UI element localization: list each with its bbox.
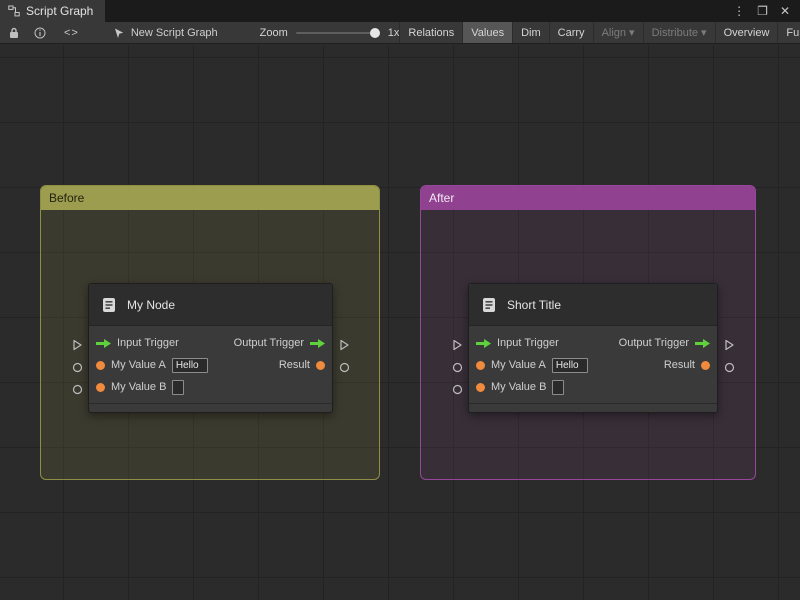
relations-button[interactable]: Relations <box>399 22 462 43</box>
external-value-output-port[interactable] <box>724 362 735 373</box>
input-trigger-label: Input Trigger <box>117 337 179 349</box>
tab-title: Script Graph <box>26 4 94 18</box>
maximize-icon[interactable]: ❐ <box>753 4 772 18</box>
zoom-slider[interactable] <box>295 27 380 38</box>
external-value-input-port[interactable] <box>72 384 83 395</box>
result-label: Result <box>663 359 695 371</box>
external-value-input-port[interactable] <box>452 362 463 373</box>
group-after-title: After <box>429 191 455 205</box>
external-flow-output-port[interactable] <box>338 339 350 351</box>
output-trigger-label: Output Trigger <box>233 337 304 349</box>
value-b-label: My Value B <box>491 381 547 393</box>
value-port-icon[interactable] <box>701 360 710 370</box>
value-port-icon[interactable] <box>96 382 105 392</box>
graph-name[interactable]: New Script Graph <box>113 27 218 39</box>
value-port-icon[interactable] <box>316 360 325 370</box>
flow-output-icon[interactable] <box>310 338 325 348</box>
flow-input-icon[interactable] <box>96 338 111 348</box>
external-value-output-port[interactable] <box>339 362 350 373</box>
kebab-menu-icon[interactable]: ⋮ <box>729 4 749 18</box>
value-port-icon[interactable] <box>96 360 105 370</box>
value-a-field[interactable] <box>551 357 588 373</box>
zoom-slider-handle[interactable] <box>369 27 380 38</box>
node-header[interactable]: My Node <box>89 284 332 326</box>
node-short-title[interactable]: Short Title Input Trigger Output Trigger… <box>468 283 718 413</box>
unit-icon <box>103 297 115 312</box>
zoom-value: 1x <box>387 26 400 39</box>
node-my-node[interactable]: My Node Input Trigger Output Trigger My … <box>88 283 333 413</box>
value-a-row: My Value A Result <box>476 355 710 375</box>
node-header[interactable]: Short Title <box>469 284 717 326</box>
value-a-field[interactable] <box>171 357 208 373</box>
unit-icon <box>483 297 495 312</box>
graph-toolbar: <> New Script Graph Zoom 1x Relations Va… <box>0 22 800 44</box>
external-value-input-port[interactable] <box>452 384 463 395</box>
node-title: Short Title <box>507 297 562 312</box>
graph-canvas[interactable]: Before After My Node Input Trigger Outpu… <box>0 45 800 600</box>
script-graph-icon <box>8 5 20 17</box>
value-b-label: My Value B <box>111 381 167 393</box>
dim-button[interactable]: Dim <box>512 22 549 43</box>
fullscreen-button[interactable]: Full Scr <box>777 22 800 43</box>
node-footer <box>469 403 717 412</box>
value-b-field[interactable] <box>172 379 185 395</box>
value-port-icon[interactable] <box>476 382 485 392</box>
lock-icon[interactable] <box>9 27 19 39</box>
value-a-row: My Value A Result <box>96 355 325 375</box>
tab-bar: Script Graph ⋮ ❐ ✕ <box>0 0 800 22</box>
info-icon[interactable] <box>34 27 46 39</box>
code-view-toggle[interactable]: <> <box>64 27 79 39</box>
value-b-row: My Value B <box>96 377 325 397</box>
close-icon[interactable]: ✕ <box>776 4 794 18</box>
align-dropdown[interactable]: Align ▾ <box>592 22 643 43</box>
values-button[interactable]: Values <box>462 22 513 43</box>
carry-button[interactable]: Carry <box>548 22 593 43</box>
value-a-label: My Value A <box>491 359 546 371</box>
distribute-dropdown[interactable]: Distribute ▾ <box>642 22 715 43</box>
graph-icon <box>114 28 124 38</box>
value-b-field[interactable] <box>552 379 565 395</box>
chevron-down-icon: ▾ <box>629 27 635 39</box>
trigger-row: Input Trigger Output Trigger <box>96 333 325 353</box>
overview-button[interactable]: Overview <box>714 22 778 43</box>
node-title: My Node <box>127 297 176 312</box>
zoom-label: Zoom <box>259 26 288 39</box>
value-b-row: My Value B <box>476 377 710 397</box>
external-value-input-port[interactable] <box>72 362 83 373</box>
graph-name-label: New Script Graph <box>130 26 218 39</box>
external-flow-output-port[interactable] <box>723 339 735 351</box>
group-before-header[interactable]: Before <box>41 186 379 210</box>
input-trigger-label: Input Trigger <box>497 337 559 349</box>
tab-script-graph[interactable]: Script Graph <box>0 0 106 22</box>
group-before-title: Before <box>49 191 85 205</box>
node-footer <box>89 403 332 412</box>
value-a-label: My Value A <box>111 359 166 371</box>
external-flow-input-port[interactable] <box>451 339 463 351</box>
trigger-row: Input Trigger Output Trigger <box>476 333 710 353</box>
flow-input-icon[interactable] <box>476 338 491 348</box>
value-port-icon[interactable] <box>476 360 485 370</box>
chevron-down-icon: ▾ <box>701 27 707 39</box>
flow-output-icon[interactable] <box>695 338 710 348</box>
group-after-header[interactable]: After <box>421 186 755 210</box>
output-trigger-label: Output Trigger <box>618 337 689 349</box>
result-label: Result <box>278 359 310 371</box>
external-flow-input-port[interactable] <box>71 339 83 351</box>
